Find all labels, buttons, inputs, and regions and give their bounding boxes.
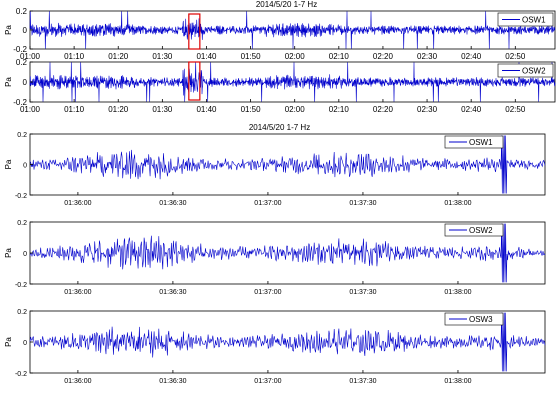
y-tick-label: 0 <box>23 251 27 258</box>
x-tick-label: 01:36:00 <box>64 289 91 296</box>
legend: OSW1 <box>444 135 504 149</box>
y-tick-label: 0.2 <box>17 220 27 227</box>
y-axis-label: Pa <box>4 25 13 35</box>
x-tick-label: 01:40 <box>196 52 217 61</box>
trace-line <box>29 62 556 102</box>
y-tick-label: -0.2 <box>15 282 27 289</box>
x-tick-label: 01:38:00 <box>444 378 471 385</box>
x-tick-label: 01:38:00 <box>444 289 471 296</box>
chart-panel-1: 2014/5/20 1-7 Hz-0.200.2Pa01:00 01:10 01:2… <box>4 0 556 61</box>
y-tick-label: 0 <box>23 78 28 87</box>
y-tick-label: 0 <box>23 163 27 170</box>
x-tick-label: 01:20 <box>108 105 129 114</box>
x-tick-label: 02:40 <box>461 105 482 114</box>
x-tick-label: 01:37:00 <box>254 378 281 385</box>
y-axis-label: Pa <box>4 77 13 87</box>
chart-panel-4: -0.2 0 0.2 Pa 01:36:00 01:36:30 01:37:00 01:37:… <box>4 220 546 296</box>
x-tick-label: 01:00 <box>20 105 41 114</box>
x-tick-label: 01:37:00 <box>254 289 281 296</box>
legend-label: OSW3 <box>469 315 493 324</box>
chart-panel-2: -0.200.2Pa01:00 01:10 01:20 01:30 01:40 01:50… <box>4 58 556 114</box>
y-tick-label: 0.2 <box>16 7 28 16</box>
x-tick-label: 02:10 <box>329 105 350 114</box>
trace-line <box>29 11 556 49</box>
x-tick-label: 02:00 <box>285 52 306 61</box>
x-tick-label: 01:50 <box>241 105 262 114</box>
chart-title: 2014/5/20 1-7 Hz <box>249 123 310 132</box>
legend: OSW1 <box>497 12 554 27</box>
legend: OSW3 <box>444 312 504 326</box>
x-tick-label: 01:30 <box>152 52 173 61</box>
y-tick-label: 0.2 <box>17 309 27 316</box>
legend-label: OSW1 <box>522 16 546 25</box>
x-tick-label: 02:30 <box>417 105 438 114</box>
x-tick-label: 02:50 <box>505 105 526 114</box>
y-tick-label: 0 <box>23 26 28 35</box>
x-tick-label: 01:37:30 <box>349 289 376 296</box>
x-tick-label: 01:10 <box>64 52 85 61</box>
y-tick-label: -0.2 <box>15 193 27 200</box>
chart-panel-3: 2014/5/20 1-7 Hz -0.2 0 0.2 Pa 01:36:00 01:36:… <box>4 123 546 207</box>
y-tick-label: -0.2 <box>15 371 27 378</box>
x-tick-label: 02:20 <box>373 105 394 114</box>
x-tick-label: 01:10 <box>64 105 85 114</box>
x-tick-label: 01:50 <box>241 52 262 61</box>
x-tick-label: 01:37:30 <box>349 378 376 385</box>
x-tick-label: 02:40 <box>461 52 482 61</box>
chart-panel-5: -0.2 0 0.2 Pa 01:36:00 01:36:30 01:37:00 01:37:… <box>4 309 546 385</box>
y-tick-label: 0 <box>23 340 27 347</box>
x-tick-label: 01:38:00 <box>444 200 471 207</box>
x-tick-label: 01:36:00 <box>64 200 91 207</box>
legend: OSW2 <box>444 223 504 237</box>
x-tick-label: 02:20 <box>373 52 394 61</box>
x-tick-label: 01:36:30 <box>159 289 186 296</box>
y-axis-label: Pa <box>4 337 13 347</box>
legend-label: OSW2 <box>469 226 493 235</box>
x-tick-label: 01:36:30 <box>159 378 186 385</box>
x-tick-label: 01:37:30 <box>349 200 376 207</box>
x-tick-label: 01:37:00 <box>254 200 281 207</box>
legend-label: OSW2 <box>522 67 546 76</box>
figure-canvas: 2014/5/20 1-7 Hz-0.200.2Pa01:00 01:10 01:2… <box>4 0 556 385</box>
x-tick-label: 01:36:30 <box>159 200 186 207</box>
y-axis-label: Pa <box>4 248 13 258</box>
x-tick-label: 01:40 <box>196 105 217 114</box>
legend-label: OSW1 <box>469 138 493 147</box>
y-tick-label: 0.2 <box>16 58 28 67</box>
x-tick-label: 02:50 <box>505 52 526 61</box>
y-axis-label: Pa <box>4 159 13 169</box>
chart-title: 2014/5/20 1-7 Hz <box>256 0 317 9</box>
y-tick-label: 0.2 <box>17 132 27 139</box>
x-tick-label: 02:10 <box>329 52 350 61</box>
legend: OSW2 <box>497 63 554 78</box>
x-tick-label: 02:30 <box>417 52 438 61</box>
x-tick-label: 01:20 <box>108 52 129 61</box>
x-tick-label: 02:00 <box>285 105 306 114</box>
x-tick-label: 01:36:00 <box>64 378 91 385</box>
x-tick-label: 01:30 <box>152 105 173 114</box>
